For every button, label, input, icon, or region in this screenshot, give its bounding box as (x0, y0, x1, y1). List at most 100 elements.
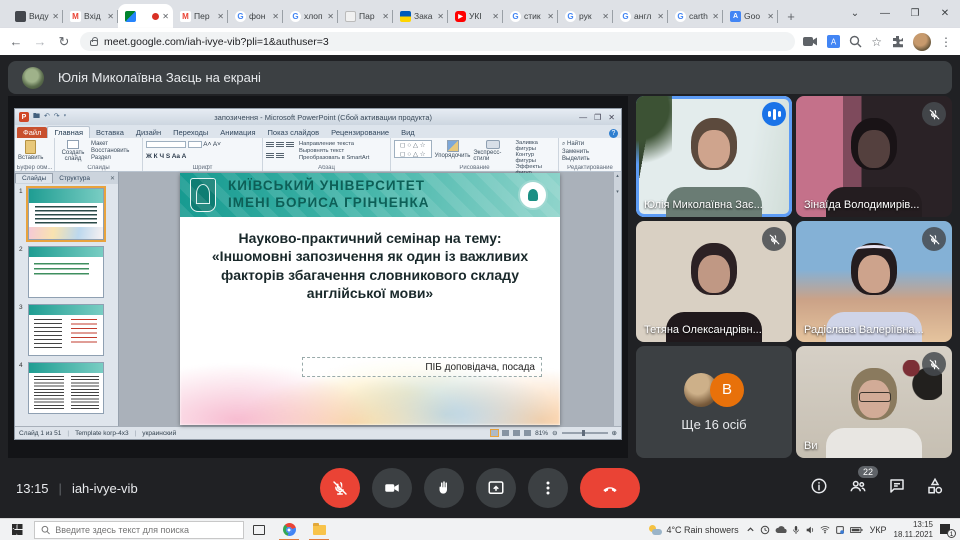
ribbon-tab-5[interactable]: Анимация (214, 127, 261, 138)
slide-thumbnail-4[interactable]: 4 (19, 362, 116, 414)
task-view-button[interactable] (244, 519, 274, 540)
taskbar-search[interactable] (34, 521, 244, 539)
section-button[interactable]: Раздел (91, 155, 129, 161)
zoom-slider[interactable] (562, 432, 608, 434)
browser-tab-4[interactable]: Gфон✕ (228, 4, 283, 28)
ppt-minimize-button[interactable]: — (579, 113, 587, 122)
more-options-button[interactable] (528, 468, 568, 508)
arrange-button[interactable]: Упорядочить (435, 140, 471, 162)
tab-close-icon[interactable]: ✕ (767, 12, 774, 21)
new-tab-button[interactable]: + (782, 7, 800, 25)
ribbon-tab-4[interactable]: Переходы (167, 127, 214, 138)
forward-icon[interactable]: → (32, 34, 48, 49)
leave-call-button[interactable] (580, 468, 640, 508)
slide-thumbnail-2[interactable]: 2 (19, 246, 116, 298)
tab-close-icon[interactable]: ✕ (162, 12, 169, 21)
activities-button[interactable] (926, 477, 944, 500)
slides-tab[interactable]: Слайды (15, 173, 53, 183)
browser-tab-10[interactable]: Gрук✕ (558, 4, 613, 28)
slide-scrollbar[interactable]: ▴▾ (613, 172, 621, 426)
slide-canvas[interactable]: КИЇВСЬКИЙ УНІВЕРСИТЕТ ІМЕНІ БОРИСА ГРІНЧ… (180, 173, 560, 425)
reading-view-icon[interactable] (513, 430, 520, 436)
participant-tile-4[interactable]: ВЩе 16 осіб (636, 346, 792, 458)
panel-close-icon[interactable]: ✕ (110, 175, 118, 182)
slide-thumbnail-3[interactable]: 3 (19, 304, 116, 356)
shapes-gallery[interactable]: ◻ ○ △ ☆◻ ○ △ ☆ (394, 140, 432, 158)
clock-sync-icon[interactable] (760, 525, 770, 535)
find-button[interactable]: ⌕ Найти (562, 141, 590, 148)
zoom-in-icon[interactable]: ⊕ (612, 429, 617, 437)
zoom-icon[interactable] (849, 35, 862, 48)
extensions-icon[interactable] (891, 35, 904, 48)
microphone-tray-icon[interactable] (792, 525, 800, 535)
participants-button[interactable]: 22 (848, 477, 868, 500)
browser-tab-5[interactable]: Gхлоп✕ (283, 4, 338, 28)
battery-icon[interactable] (850, 526, 863, 534)
tab-close-icon[interactable]: ✕ (657, 12, 664, 21)
tab-close-icon[interactable]: ✕ (107, 12, 114, 21)
bookmark-star-icon[interactable]: ☆ (871, 35, 882, 49)
search-input[interactable] (55, 525, 237, 535)
profile-avatar[interactable] (913, 33, 931, 51)
browser-tab-7[interactable]: Зака✕ (393, 4, 448, 28)
volume-icon[interactable] (805, 525, 815, 535)
ribbon-tab-1[interactable]: Главная (47, 126, 90, 138)
network-icon[interactable] (820, 525, 830, 534)
align-text-button[interactable]: Выровнять текст (299, 148, 369, 154)
participant-tile-3[interactable]: Радіслава Валеріївна... (796, 221, 952, 342)
text-direction-button[interactable]: Направление текста (299, 141, 369, 147)
font-controls[interactable]: A˄ A˅ (146, 140, 259, 149)
browser-tab-6[interactable]: Пар✕ (338, 4, 393, 28)
quick-styles-button[interactable]: Экспресс-стили (473, 140, 512, 162)
tab-close-icon[interactable]: ✕ (602, 12, 609, 21)
present-button[interactable] (476, 468, 516, 508)
address-bar[interactable]: meet.google.com/iah-ivye-vib?pli=1&authu… (80, 32, 795, 51)
zoom-out-icon[interactable]: ⊖ (552, 429, 557, 437)
tab-close-icon[interactable]: ✕ (52, 12, 59, 21)
browser-tab-11[interactable]: Gангл✕ (613, 4, 668, 28)
browser-tab-0[interactable]: Виду✕ (8, 4, 63, 28)
start-button[interactable] (0, 519, 34, 540)
tab-close-icon[interactable]: ✕ (437, 12, 444, 21)
paragraph-align-buttons[interactable] (266, 140, 296, 162)
ppt-close-button[interactable]: ✕ (608, 113, 615, 122)
camera-button[interactable] (372, 468, 412, 508)
back-icon[interactable]: ← (8, 34, 24, 49)
raise-hand-button[interactable] (424, 468, 464, 508)
new-slide-button[interactable]: Создать слайд (58, 140, 88, 162)
normal-view-icon[interactable] (491, 430, 498, 436)
participant-tile-2[interactable]: Тетяна Олександрівн... (636, 221, 792, 342)
shape-fill-button[interactable]: Заливка фигуры (516, 140, 555, 152)
browser-tab-9[interactable]: Gстик✕ (503, 4, 558, 28)
slide-title-text[interactable]: Науково-практичний семінар на тему: «Інш… (205, 229, 535, 303)
slideshow-view-icon[interactable] (524, 430, 531, 436)
language-indicator[interactable]: УКР (870, 525, 887, 535)
tab-close-icon[interactable]: ✕ (217, 12, 224, 21)
ppt-restore-button[interactable]: ❐ (594, 113, 601, 122)
ribbon-tab-3[interactable]: Дизайн (130, 127, 167, 138)
slide-thumbnail-1[interactable]: 1 (19, 188, 116, 240)
tab-close-icon[interactable]: ✕ (492, 12, 499, 21)
sorter-view-icon[interactable] (502, 430, 509, 436)
chat-button[interactable] (888, 477, 906, 500)
tab-close-icon[interactable]: ✕ (382, 12, 389, 21)
onedrive-icon[interactable] (775, 526, 787, 534)
close-button[interactable]: ✕ (930, 8, 960, 19)
reset-button[interactable]: Восстановить (91, 148, 129, 154)
ppt-help-icon[interactable]: ? (609, 129, 618, 138)
browser-tab-12[interactable]: Gcarth✕ (668, 4, 723, 28)
meeting-details-button[interactable] (810, 477, 828, 500)
reload-icon[interactable]: ↻ (56, 34, 72, 50)
paste-button[interactable]: Вставить (18, 140, 43, 162)
url-text[interactable]: meet.google.com/iah-ivye-vib?pli=1&authu… (104, 36, 329, 48)
weather-widget[interactable]: 4°C Rain showers (649, 525, 738, 535)
browser-tab-2[interactable]: ✕ (118, 4, 173, 28)
outline-tab[interactable]: Структура (53, 174, 96, 183)
layout-button[interactable]: Макет (91, 141, 129, 147)
browser-tab-13[interactable]: AGoo✕ (723, 4, 778, 28)
bluetooth-device-icon[interactable] (835, 525, 845, 535)
font-style-buttons[interactable]: Ж К Ч S Aa A (146, 152, 259, 161)
taskbar-explorer-button[interactable] (304, 519, 334, 540)
camera-in-use-icon[interactable] (803, 36, 818, 47)
action-center-button[interactable]: 1 (940, 524, 954, 536)
